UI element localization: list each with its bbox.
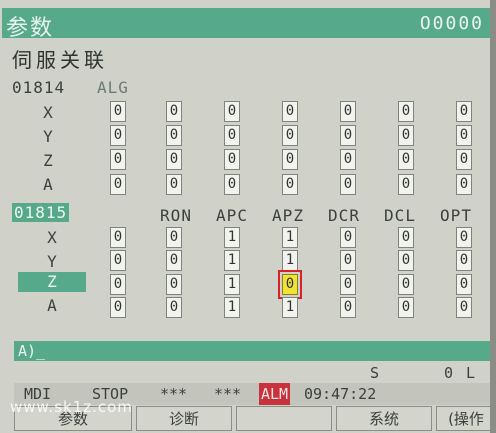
p1814-cell-r1-c3[interactable]: 0 [282,125,298,146]
p1814-cell-r3-c2[interactable]: 0 [224,174,240,195]
p1814-cell-r0-c0[interactable]: 0 [110,101,126,122]
status-line: S 0 L [14,364,490,382]
p1814-cell-r0-c2[interactable]: 0 [224,101,240,122]
param-name-alg: ALG [97,78,129,97]
axis-label-x: X [43,103,53,122]
alarm-indicator: ALM [259,383,291,405]
axis-label-y: Y [43,127,53,146]
p1815-cell-r3-c3[interactable]: 1 [282,297,298,318]
col-header-apc: APC [216,206,248,225]
p1815-cell-r1-c5[interactable]: 0 [398,250,414,271]
p1815-cell-r0-c3[interactable]: 1 [282,227,298,248]
ol-label: 0 L [444,364,478,382]
axis-label-z: Z [43,151,53,170]
p1814-cell-r2-c2[interactable]: 0 [224,149,240,170]
p1815-cell-r0-c0[interactable]: 0 [110,227,126,248]
softkey-blank[interactable] [236,406,332,431]
param-number-1814[interactable]: 01814 [12,78,65,97]
p1814-cell-r1-c2[interactable]: 0 [224,125,240,146]
p1814-cell-r2-c1[interactable]: 0 [166,149,182,170]
p1815-cell-r1-c1[interactable]: 0 [166,250,182,271]
p1815-cell-r2-c1[interactable]: 0 [166,274,182,295]
axis-label-z-1815-selected: Z [18,272,86,292]
p1814-cell-r0-c6[interactable]: 0 [456,101,472,122]
p1815-cell-r0-c2[interactable]: 1 [224,227,240,248]
p1815-cell-r1-c3[interactable]: 1 [282,250,298,271]
col-header-apz: APZ [272,206,304,225]
p1814-cell-r3-c6[interactable]: 0 [456,174,472,195]
col-header-opt: OPT [440,206,472,225]
col-header-dcl: DCL [384,206,416,225]
p1814-cell-r3-c0[interactable]: 0 [110,174,126,195]
screen-title: 参数 [6,16,55,41]
p1814-cell-r0-c3[interactable]: 0 [282,101,298,122]
p1815-cell-r1-c4[interactable]: 0 [340,250,356,271]
p1815-cell-r2-c0[interactable]: 0 [110,274,126,295]
p1815-cell-r2-c5[interactable]: 0 [398,274,414,295]
p1814-cell-r0-c1[interactable]: 0 [166,101,182,122]
axis-label-y-1815: Y [47,252,57,271]
p1814-cell-r3-c4[interactable]: 0 [340,174,356,195]
p1815-cell-r2-c3[interactable]: 0 [278,270,302,299]
p1814-cell-r1-c1[interactable]: 0 [166,125,182,146]
p1815-cell-r2-c2[interactable]: 1 [224,274,240,295]
p1814-cell-r1-c6[interactable]: 0 [456,125,472,146]
param-number-1815[interactable]: 01815 [12,203,70,222]
p1815-cell-r0-c1[interactable]: 0 [166,227,182,248]
p1814-cell-r3-c1[interactable]: 0 [166,174,182,195]
p1815-cell-r1-c2[interactable]: 1 [224,250,240,271]
p1814-cell-r1-c5[interactable]: 0 [398,125,414,146]
p1815-cell-r2-c6[interactable]: 0 [456,274,472,295]
axis-label-a-1815: A [47,296,57,315]
status-stars-1: *** [160,385,188,403]
softkey-diagnosis[interactable]: 诊断 [136,406,232,431]
clock-time: 09:47:22 [304,385,377,403]
spindle-label: S [370,364,380,382]
axis-label-x-1815: X [47,228,57,247]
p1814-cell-r3-c5[interactable]: 0 [398,174,414,195]
p1815-cell-r0-c5[interactable]: 0 [398,227,414,248]
p1815-cell-r1-c0[interactable]: 0 [110,250,126,271]
program-number: O0000 [419,13,484,34]
p1815-cell-r3-c5[interactable]: 0 [398,297,414,318]
col-header-ron: RON [160,206,192,225]
axis-label-a: A [43,175,53,194]
col-header-dcr: DCR [328,206,360,225]
p1814-cell-r2-c6[interactable]: 0 [456,149,472,170]
p1815-cell-r3-c1[interactable]: 0 [166,297,182,318]
status-stars-2: *** [214,385,242,403]
p1815-cell-r2-c4[interactable]: 0 [340,274,356,295]
p1815-cell-r3-c2[interactable]: 1 [224,297,240,318]
p1814-cell-r2-c4[interactable]: 0 [340,149,356,170]
p1815-cell-r0-c4[interactable]: 0 [340,227,356,248]
softkey-system[interactable]: 系统 [336,406,432,431]
p1814-cell-r2-c3[interactable]: 0 [282,149,298,170]
p1815-cell-r3-c6[interactable]: 0 [456,297,472,318]
cnc-screen: 参数 O0000 伺服关联 01814 ALG X Y Z A 0 0 0 0 0 0 0 0… [0,0,496,433]
p1815-cell-r3-c0[interactable]: 0 [110,297,126,318]
input-buffer: A)_ [18,342,46,360]
p1814-cell-r1-c0[interactable]: 0 [110,125,126,146]
p1815-cell-r3-c4[interactable]: 0 [340,297,356,318]
p1815-cell-r0-c6[interactable]: 0 [456,227,472,248]
page-heading: 伺服关联 [12,48,108,72]
p1814-cell-r1-c4[interactable]: 0 [340,125,356,146]
bezel-edge [490,0,496,433]
p1815-cell-r1-c6[interactable]: 0 [456,250,472,271]
p1814-cell-r2-c0[interactable]: 0 [110,149,126,170]
softkey-operation[interactable]: (操作 [436,406,496,431]
p1814-cell-r0-c4[interactable]: 0 [340,101,356,122]
input-line[interactable]: A)_ [14,341,490,361]
p1814-cell-r2-c5[interactable]: 0 [398,149,414,170]
watermark-text: www.sk1z.com [10,398,133,416]
p1814-cell-r0-c5[interactable]: 0 [398,101,414,122]
title-bar: 参数 O0000 [2,8,490,41]
p1814-cell-r3-c3[interactable]: 0 [282,174,298,195]
